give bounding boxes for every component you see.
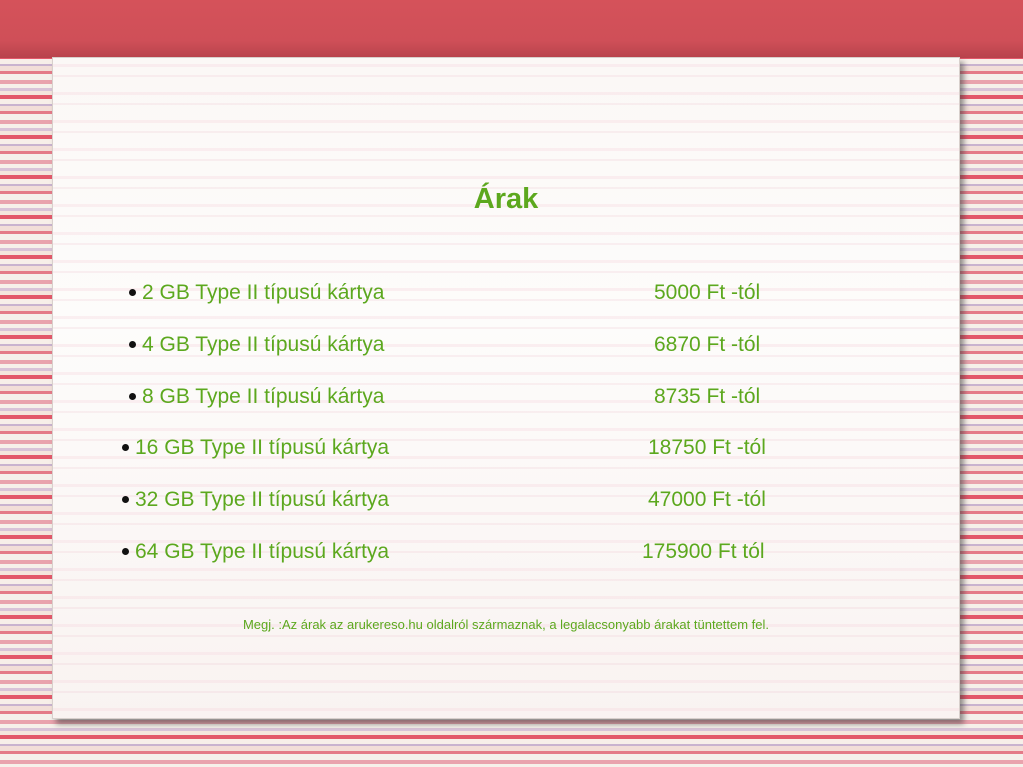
item-label: 4 GB Type II típusú kártya	[142, 333, 385, 356]
item-label: 8 GB Type II típusú kártya	[142, 385, 385, 408]
bullet-icon	[122, 443, 129, 451]
item-price: 47000 Ft -tól	[648, 488, 766, 511]
list-item: 32 GB Type II típusú kártya	[122, 488, 389, 512]
bullet-icon	[129, 288, 136, 296]
item-price: 8735 Ft -tól	[654, 385, 761, 408]
list-item: 64 GB Type II típusú kártya	[122, 540, 389, 564]
list-item: 4 GB Type II típusú kártya	[129, 333, 384, 357]
top-color-band	[0, 0, 1023, 58]
list-item: 16 GB Type II típusú kártya	[122, 436, 389, 460]
bullet-icon	[129, 340, 136, 348]
slide: Árak 2 GB Type II típusú kártya 5000 Ft …	[52, 57, 960, 719]
slide-title: Árak	[473, 183, 539, 215]
item-price: 18750 Ft -tól	[648, 436, 766, 459]
item-label: 16 GB Type II típusú kártya	[135, 436, 390, 459]
footnote: Megj. :Az árak az arukereso.hu oldalról …	[242, 617, 770, 632]
bullet-icon	[122, 495, 129, 503]
bullet-icon	[129, 392, 136, 400]
list-item: 8 GB Type II típusú kártya	[129, 385, 384, 409]
item-label: 32 GB Type II típusú kártya	[135, 488, 390, 511]
item-price: 175900 Ft tól	[642, 540, 765, 563]
list-item: 2 GB Type II típusú kártya	[129, 281, 384, 305]
item-label: 2 GB Type II típusú kártya	[142, 281, 385, 304]
item-price: 6870 Ft -tól	[654, 333, 761, 356]
item-label: 64 GB Type II típusú kártya	[135, 540, 390, 563]
bullet-icon	[122, 547, 129, 555]
item-price: 5000 Ft -tól	[654, 281, 761, 304]
